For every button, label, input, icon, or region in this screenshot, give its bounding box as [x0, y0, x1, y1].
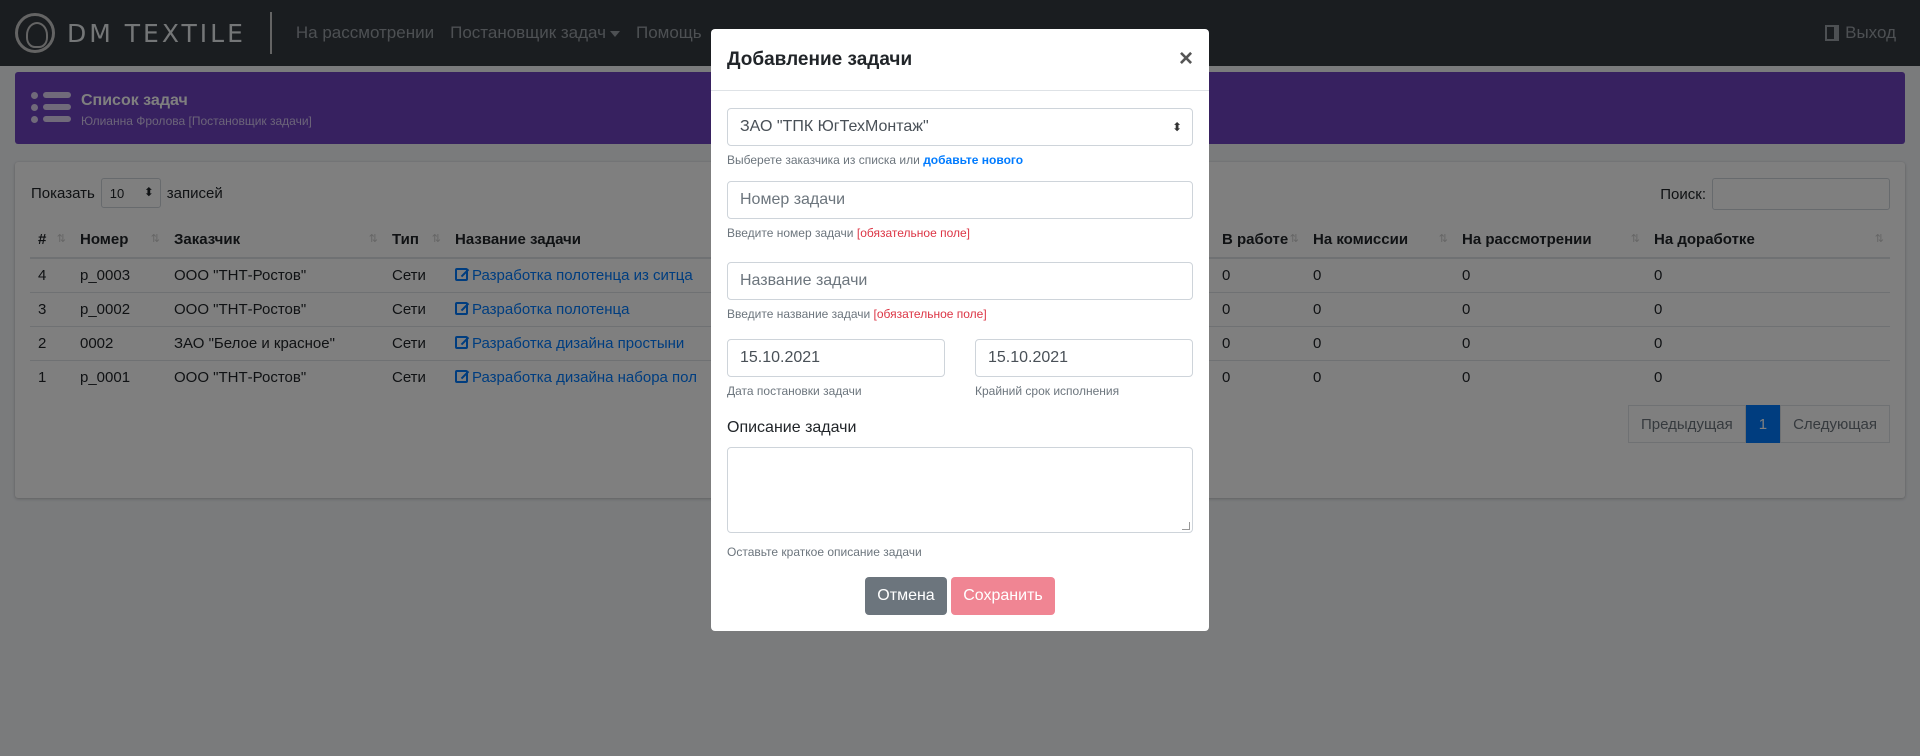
modal-header: Добавление задачи ×	[711, 29, 1209, 91]
task-name-help: Введите название задачи [обязательное по…	[727, 307, 987, 321]
modal-title: Добавление задачи	[727, 49, 913, 70]
close-icon[interactable]: ×	[1179, 45, 1193, 73]
required-tag: [обязательное поле]	[856, 226, 971, 240]
start-date-help: Дата постановки задачи	[727, 384, 862, 398]
description-textarea[interactable]	[727, 447, 1193, 533]
add-new-customer-link[interactable]: добавьте нового	[923, 153, 1023, 167]
task-number-help: Введите номер задачи [обязательное поле]	[727, 226, 971, 240]
due-date-input[interactable]: 15.10.2021	[975, 339, 1193, 377]
description-label: Описание задачи	[727, 419, 857, 436]
task-number-input[interactable]: Номер задачи	[727, 181, 1193, 219]
customer-help: Выберете заказчика из списка или добавьт…	[727, 153, 1024, 167]
select-arrows-icon: ⬍	[1171, 120, 1182, 134]
customer-select-value: ЗАО "ТПК ЮгТехМонтаж"	[740, 118, 929, 135]
start-date-input[interactable]: 15.10.2021	[727, 339, 945, 377]
add-task-modal: Добавление задачи × ЗАО "ТПК ЮгТехМонтаж…	[711, 29, 1209, 631]
save-button[interactable]: Сохранить	[951, 577, 1055, 615]
task-name-input[interactable]: Название задачи	[727, 262, 1193, 300]
due-date-help: Крайний срок исполнения	[975, 384, 1120, 398]
customer-select[interactable]: ЗАО "ТПК ЮгТехМонтаж" ⬍	[727, 108, 1193, 146]
resize-grip-icon[interactable]	[1182, 522, 1190, 530]
cancel-button[interactable]: Отмена	[865, 577, 947, 615]
description-help: Оставьте краткое описание задачи	[727, 545, 922, 559]
required-tag: [обязательное поле]	[873, 307, 987, 321]
